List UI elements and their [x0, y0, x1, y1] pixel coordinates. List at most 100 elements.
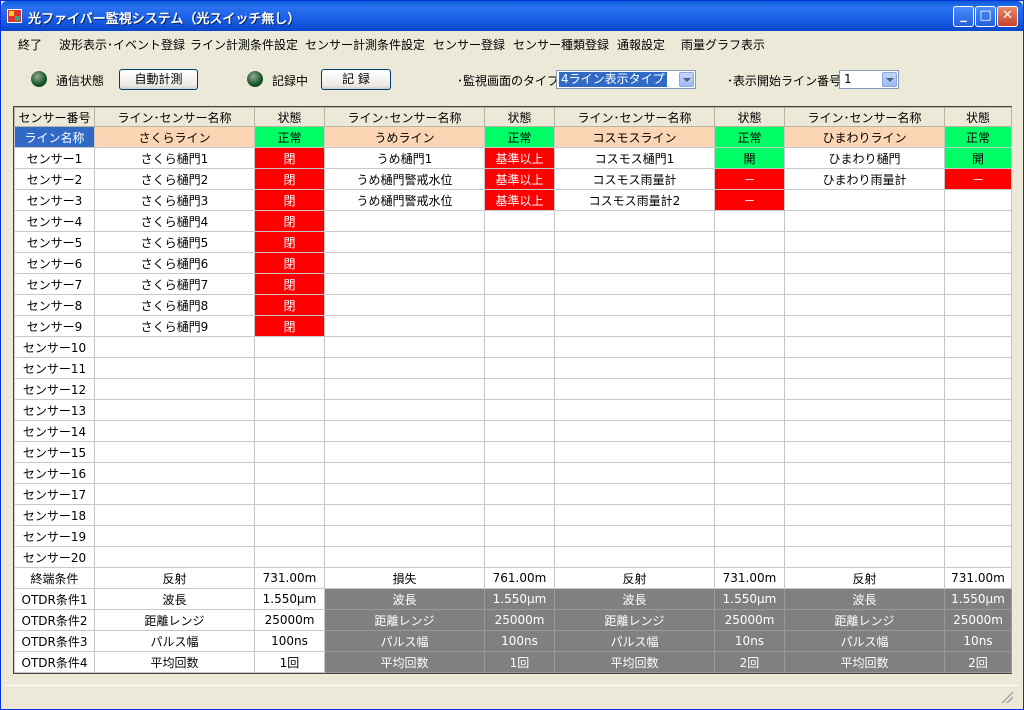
sensor-name-cell[interactable]: [324, 483, 485, 505]
status-cell[interactable]: [484, 546, 555, 568]
menu-exit[interactable]: 終了: [18, 36, 42, 53]
sensor-name-cell[interactable]: [554, 336, 715, 358]
status-cell[interactable]: [484, 525, 555, 547]
monitor-grid[interactable]: センサー番号 ライン･センサー名称 状態 ライン･センサー名称 状態 ライン･センサー名称…: [13, 106, 1012, 674]
row-header[interactable]: 終端条件: [14, 567, 95, 589]
status-cell[interactable]: [254, 420, 325, 442]
row-header[interactable]: センサー10: [14, 336, 95, 358]
status-cell[interactable]: [254, 357, 325, 379]
sensor-name-cell[interactable]: [94, 441, 255, 463]
status-cell[interactable]: [714, 546, 785, 568]
status-cell[interactable]: 閉: [254, 189, 325, 211]
sensor-name-cell[interactable]: さくら樋門7: [94, 273, 255, 295]
status-cell[interactable]: [484, 420, 555, 442]
row-header[interactable]: センサー6: [14, 252, 95, 274]
otdr-value-cell[interactable]: 1回: [484, 651, 555, 673]
sensor-name-cell[interactable]: [554, 294, 715, 316]
status-cell[interactable]: [714, 378, 785, 400]
row-header[interactable]: センサー18: [14, 504, 95, 526]
row-header[interactable]: センサー19: [14, 525, 95, 547]
sensor-name-cell[interactable]: [324, 441, 485, 463]
status-cell[interactable]: [944, 315, 1012, 337]
otdr-param-cell[interactable]: 平均回数: [94, 651, 255, 673]
screen-type-select[interactable]: 4ライン表示タイプ: [556, 70, 696, 89]
status-cell[interactable]: [484, 378, 555, 400]
column-header[interactable]: ライン･センサー名称: [324, 107, 485, 127]
status-cell[interactable]: [484, 399, 555, 421]
sensor-name-cell[interactable]: [324, 378, 485, 400]
sensor-name-cell[interactable]: [784, 462, 945, 484]
status-cell[interactable]: [944, 525, 1012, 547]
row-header[interactable]: センサー16: [14, 462, 95, 484]
status-cell[interactable]: [254, 378, 325, 400]
termination-type-cell[interactable]: 反射: [784, 567, 945, 589]
chevron-down-icon[interactable]: [882, 72, 897, 87]
status-cell[interactable]: [714, 252, 785, 274]
sensor-name-cell[interactable]: [784, 252, 945, 274]
status-cell[interactable]: [484, 504, 555, 526]
menu-line-measure-settings[interactable]: ライン計測条件設定: [190, 36, 298, 53]
otdr-value-cell[interactable]: 100ns: [254, 630, 325, 652]
sensor-name-cell[interactable]: [554, 441, 715, 463]
status-cell[interactable]: 正常: [484, 126, 555, 148]
sensor-name-cell[interactable]: コスモス雨量計: [554, 168, 715, 190]
otdr-param-cell[interactable]: 距離レンジ: [324, 609, 485, 631]
sensor-name-cell[interactable]: [94, 336, 255, 358]
status-cell[interactable]: [254, 441, 325, 463]
row-header[interactable]: OTDR条件4: [14, 651, 95, 673]
row-header[interactable]: センサー15: [14, 441, 95, 463]
row-header[interactable]: OTDR条件3: [14, 630, 95, 652]
sensor-name-cell[interactable]: [94, 546, 255, 568]
status-cell[interactable]: [944, 294, 1012, 316]
status-cell[interactable]: －: [714, 168, 785, 190]
sensor-name-cell[interactable]: [94, 525, 255, 547]
termination-type-cell[interactable]: 反射: [94, 567, 255, 589]
start-line-select[interactable]: 1: [839, 70, 899, 89]
otdr-param-cell[interactable]: パルス幅: [554, 630, 715, 652]
sensor-name-cell[interactable]: コスモス雨量計2: [554, 189, 715, 211]
otdr-param-cell[interactable]: 波長: [784, 588, 945, 610]
otdr-param-cell[interactable]: パルス幅: [784, 630, 945, 652]
status-cell[interactable]: [714, 462, 785, 484]
resize-grip-icon[interactable]: [1001, 691, 1013, 703]
minimize-button[interactable]: _: [953, 6, 974, 27]
menu-rain-graph[interactable]: 雨量グラフ表示: [681, 36, 765, 53]
status-cell[interactable]: [484, 273, 555, 295]
status-cell[interactable]: 正常: [254, 126, 325, 148]
status-cell[interactable]: [484, 336, 555, 358]
status-cell[interactable]: [254, 399, 325, 421]
status-cell[interactable]: [484, 441, 555, 463]
status-cell[interactable]: [714, 420, 785, 442]
otdr-value-cell[interactable]: 25000m: [714, 609, 785, 631]
row-header[interactable]: センサー20: [14, 546, 95, 568]
row-header[interactable]: ライン名称: [14, 126, 95, 148]
status-cell[interactable]: －: [944, 168, 1012, 190]
otdr-value-cell[interactable]: 2回: [944, 651, 1012, 673]
sensor-name-cell[interactable]: [554, 420, 715, 442]
line-name-cell[interactable]: うめライン: [324, 126, 485, 148]
status-cell[interactable]: 閉: [254, 294, 325, 316]
otdr-value-cell[interactable]: 2回: [714, 651, 785, 673]
status-cell[interactable]: 正常: [714, 126, 785, 148]
status-cell[interactable]: [254, 546, 325, 568]
sensor-name-cell[interactable]: [784, 525, 945, 547]
otdr-param-cell[interactable]: 平均回数: [554, 651, 715, 673]
column-header[interactable]: 状態: [714, 107, 785, 127]
status-cell[interactable]: 閉: [254, 315, 325, 337]
status-cell[interactable]: [484, 462, 555, 484]
sensor-name-cell[interactable]: ひまわり雨量計: [784, 168, 945, 190]
status-cell[interactable]: －: [714, 189, 785, 211]
sensor-name-cell[interactable]: [554, 399, 715, 421]
line-name-cell[interactable]: コスモスライン: [554, 126, 715, 148]
sensor-name-cell[interactable]: [784, 315, 945, 337]
otdr-value-cell[interactable]: 100ns: [484, 630, 555, 652]
sensor-name-cell[interactable]: [94, 420, 255, 442]
maximize-button[interactable]: □: [975, 6, 996, 27]
sensor-name-cell[interactable]: [554, 210, 715, 232]
status-cell[interactable]: [714, 294, 785, 316]
sensor-name-cell[interactable]: [324, 336, 485, 358]
sensor-name-cell[interactable]: うめ樋門警戒水位: [324, 189, 485, 211]
sensor-name-cell[interactable]: [324, 315, 485, 337]
status-cell[interactable]: [944, 378, 1012, 400]
status-cell[interactable]: 開: [944, 147, 1012, 169]
